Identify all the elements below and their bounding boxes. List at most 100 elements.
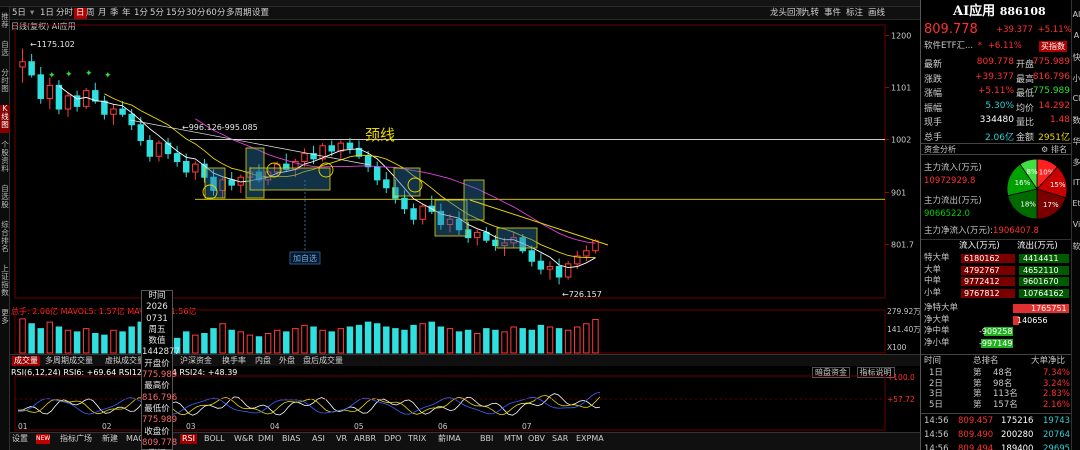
right-edge-item[interactable]: IT <box>1072 178 1080 187</box>
candle[interactable] <box>528 250 536 262</box>
right-edge-item[interactable]: A <box>1072 31 1080 40</box>
candle[interactable] <box>401 197 408 210</box>
indicator-tab-1[interactable]: NEW <box>36 434 51 444</box>
indicator-tab-0[interactable]: 设置 <box>12 434 28 444</box>
toolbar-item-12[interactable]: 设置 <box>252 8 269 19</box>
right-edge-item[interactable]: 软 <box>1072 241 1080 252</box>
toolbar-item-8[interactable]: 15分 <box>166 8 185 19</box>
candle[interactable] <box>146 140 154 157</box>
volume-tab-8[interactable]: 盘后成交量 <box>303 356 343 366</box>
toolbar-item-2[interactable]: 周 <box>86 8 95 19</box>
right-edge-item[interactable]: 小 <box>1072 73 1080 84</box>
period-option[interactable]: 1日 <box>40 8 54 19</box>
candle[interactable] <box>37 74 44 99</box>
indicator-tab-21[interactable]: EXPMA <box>576 434 604 444</box>
right-edge-item[interactable]: Cl <box>1072 94 1080 103</box>
indicator-tab-12[interactable]: VR <box>336 434 347 444</box>
toolbar-item-3[interactable]: 月 <box>98 8 107 19</box>
candle[interactable] <box>119 108 126 115</box>
candle[interactable] <box>183 161 190 173</box>
candle[interactable] <box>173 153 181 162</box>
etf-label[interactable]: 软件ETF汇... <box>924 41 973 51</box>
indicator-tab-16[interactable]: 薪IMA <box>438 434 461 444</box>
volume-tab-2[interactable]: 虚拟成交量 <box>105 356 145 366</box>
candle[interactable] <box>228 179 235 186</box>
sidebar-item-5[interactable]: 自选股 <box>0 185 10 213</box>
toolbar-right-0[interactable]: 龙头回测 <box>770 8 804 19</box>
volume-tab-4[interactable]: 沪深资金 <box>180 356 212 366</box>
indicator-tab-15[interactable]: TRIX <box>408 434 426 444</box>
candle[interactable] <box>364 155 372 168</box>
sidebar-item-2[interactable]: 分时图 <box>0 69 10 97</box>
candle[interactable] <box>346 142 354 149</box>
buy-index-button[interactable]: 买指数 <box>1039 41 1067 52</box>
candle[interactable] <box>474 231 481 239</box>
indicator-tab-2[interactable]: 指标广场 <box>60 434 92 444</box>
candle[interactable] <box>64 95 72 110</box>
volume-tab-7[interactable]: 外盘 <box>279 356 295 366</box>
right-edge-item[interactable]: AI <box>1072 10 1080 19</box>
candle[interactable] <box>583 250 590 257</box>
toolbar-item-5[interactable]: 年 <box>122 8 131 19</box>
indicator-tab-19[interactable]: OBV <box>528 434 545 444</box>
indicator-tab-11[interactable]: ASI <box>312 434 325 444</box>
sidebar-item-3[interactable]: K线图 <box>0 105 10 133</box>
right-edge-item[interactable]: 华 <box>1072 136 1080 147</box>
indicator-tab-20[interactable]: SAR <box>552 434 568 444</box>
candle[interactable] <box>192 163 199 173</box>
candle[interactable] <box>328 145 335 152</box>
indicator-tab-8[interactable]: W&R <box>234 434 254 444</box>
volume-tab-5[interactable]: 换手率 <box>222 356 246 366</box>
candle[interactable] <box>419 205 426 220</box>
candle[interactable] <box>483 231 490 241</box>
indicator-tab-10[interactable]: BIAS <box>282 434 300 444</box>
right-edge-item[interactable]: 快 <box>1072 52 1080 63</box>
right-edge-item[interactable]: Vi <box>1072 220 1080 229</box>
candle[interactable] <box>110 108 117 115</box>
sidebar-item-0[interactable]: 推荐 <box>0 13 10 33</box>
candle[interactable] <box>546 266 554 270</box>
candle[interactable] <box>592 240 599 252</box>
candle[interactable] <box>555 266 563 278</box>
indicator-tab-3[interactable]: 新建 <box>102 434 118 444</box>
rank-link[interactable]: 排名 <box>1051 144 1067 155</box>
indicator-tab-9[interactable]: DMI <box>258 434 273 444</box>
indicator-tab-6[interactable]: RSI <box>180 434 197 444</box>
candle[interactable] <box>537 260 545 270</box>
candle[interactable] <box>46 84 54 99</box>
sidebar-item-4[interactable]: 个股资料 <box>0 141 10 177</box>
right-edge-item[interactable]: 多 <box>1072 157 1080 168</box>
volume-tab-6[interactable]: 内盘 <box>255 356 271 366</box>
period-select[interactable]: 5日 <box>12 8 26 19</box>
indicator-tab-14[interactable]: DPO <box>384 434 401 444</box>
volume-tab-1[interactable]: 多周期成交量 <box>45 356 93 366</box>
candle[interactable] <box>383 179 390 189</box>
toolbar-item-11[interactable]: 多周期 <box>226 8 252 19</box>
sidebar-item-6[interactable]: 综合排名 <box>0 221 10 257</box>
toolbar-item-7[interactable]: 5分 <box>150 8 164 19</box>
candle[interactable] <box>301 153 308 162</box>
right-edge-item[interactable]: Et <box>1072 199 1080 208</box>
candle[interactable] <box>101 100 108 115</box>
candle[interactable] <box>55 84 63 110</box>
sidebar-item-7[interactable]: 上证指数 <box>0 265 10 301</box>
indicator-tab-13[interactable]: ARBR <box>354 434 376 444</box>
volume-tab-0[interactable]: 成交量 <box>12 356 40 366</box>
candle[interactable] <box>128 113 135 126</box>
toolbar-right-4[interactable]: 画线 <box>868 8 885 19</box>
indicator-tab-18[interactable]: MTM <box>504 434 523 444</box>
candle[interactable] <box>28 61 35 76</box>
candle[interactable] <box>373 166 381 181</box>
toolbar-right-2[interactable]: 事件 <box>824 8 841 19</box>
toolbar-item-9[interactable]: 30分 <box>186 8 205 19</box>
candle[interactable] <box>410 208 417 220</box>
candle[interactable] <box>564 263 572 278</box>
right-edge-item[interactable]: 数 <box>1072 115 1080 126</box>
candle[interactable] <box>19 61 26 68</box>
candlestick-chart[interactable]: 1200 1101 1002 901 801.7 ←1175.102 ←996.126-99… <box>10 20 920 303</box>
indicator-tab-17[interactable]: BBI <box>480 434 493 444</box>
candle[interactable] <box>137 124 144 141</box>
toolbar-right-3[interactable]: 标注 <box>846 8 863 19</box>
indicator-tab-7[interactable]: BOLL <box>204 434 225 444</box>
candle[interactable] <box>155 142 163 157</box>
